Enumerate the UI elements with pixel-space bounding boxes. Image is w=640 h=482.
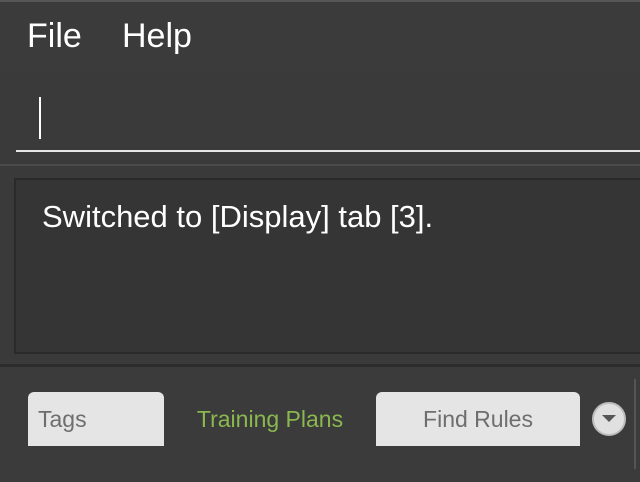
app-window: File Help Switched to [Display] tab [3].… xyxy=(0,0,640,482)
result-message: Switched to [Display] tab [3]. xyxy=(42,199,434,234)
tab-find-rules[interactable]: Find Rules xyxy=(376,392,580,446)
tab-training-plans[interactable]: Training Plans xyxy=(164,392,376,446)
tab-bar-edge xyxy=(634,379,636,469)
tab-tags[interactable]: Tags xyxy=(28,392,164,446)
menu-help[interactable]: Help xyxy=(122,16,192,56)
tab-overflow-button[interactable] xyxy=(592,402,626,436)
chevron-down-icon xyxy=(602,415,616,422)
result-display: Switched to [Display] tab [3]. xyxy=(14,178,640,354)
text-caret xyxy=(39,97,41,139)
tab-bar: Tags Training Plans Find Rules xyxy=(0,367,640,482)
menu-bar: File Help xyxy=(0,0,640,74)
menu-file[interactable]: File xyxy=(27,16,82,56)
command-input[interactable] xyxy=(16,86,640,152)
command-box xyxy=(0,72,640,164)
section-divider xyxy=(0,164,640,166)
